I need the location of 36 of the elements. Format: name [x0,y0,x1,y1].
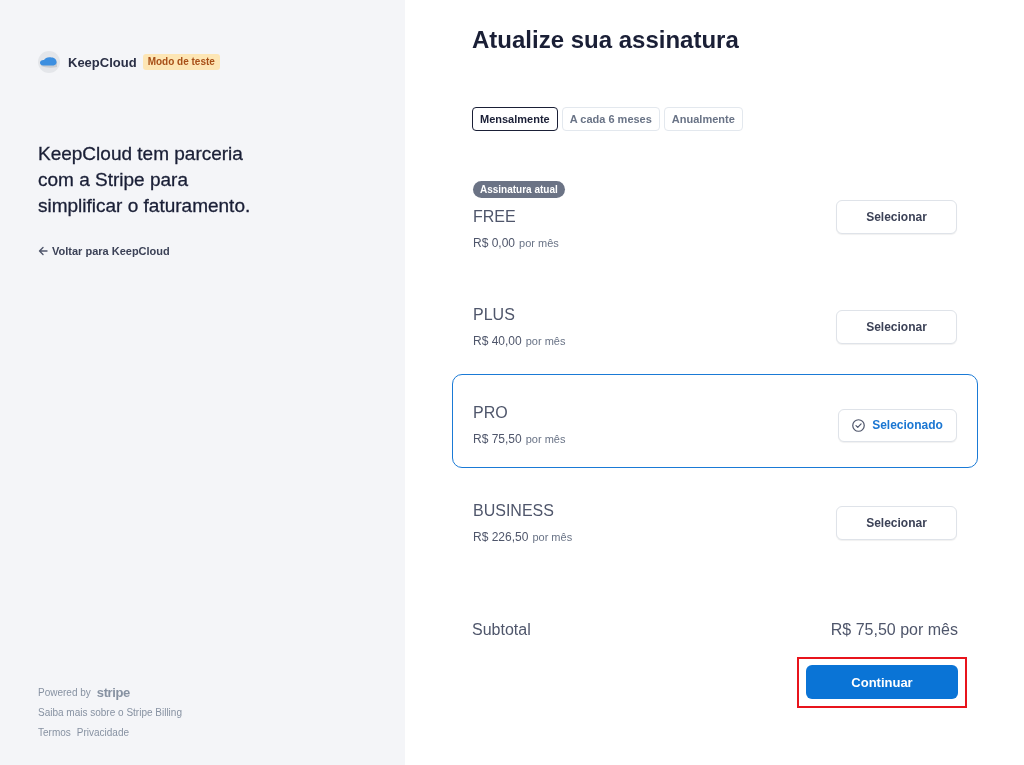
select-plan-button[interactable]: Selecionar [836,200,957,234]
subtotal-label: Subtotal [472,620,531,640]
continue-button[interactable]: Continuar [806,665,958,699]
plan-period: por mês [525,432,566,447]
powered-by-text: Powered by [38,686,91,700]
subtotal-value: R$ 75,50 por mês [830,620,958,640]
arrow-left-icon [38,246,48,256]
billing-period-tab[interactable]: Anualmente [663,107,743,131]
select-plan-button[interactable]: Selecionado [838,408,957,442]
check-circle-icon [852,418,866,432]
footer-link[interactable]: Termos [38,726,71,740]
current-plan-badge: Assinatura atual [473,181,565,198]
plan-period: por mês [532,530,573,545]
test-mode-badge: Modo de teste [142,54,220,70]
billing-period-tab[interactable]: A cada 6 meses [561,107,660,131]
footer-link[interactable]: Privacidade [76,726,130,740]
plan-period: por mês [519,236,559,251]
learn-more-link[interactable]: Saiba mais sobre o Stripe Billing [38,706,182,720]
plan-name: BUSINESS [473,501,554,521]
plan-price: R$ 0,00 [473,235,516,252]
plan-name: PRO [473,403,508,423]
plan-name: FREE [473,207,516,227]
page-title: Atualize sua assinatura [472,25,740,55]
select-plan-button[interactable]: Selecionar [836,506,957,540]
brand-name: KeepCloud [68,54,137,70]
back-link[interactable]: Voltar para KeepCloud [38,244,170,258]
plan-period: por mês [525,334,566,349]
cloud-logo-icon [38,51,60,73]
plan-price: R$ 40,00 [473,333,522,350]
plan-name: PLUS [473,305,515,325]
logo-wordmark: stripe [96,686,130,700]
billing-period-tab[interactable]: Mensalmente [472,107,558,131]
plan-price: R$ 75,50 [473,431,522,448]
headline: KeepCloud tem parceria com a Stripe para simplificar o faturamento. [38,142,252,218]
select-plan-button[interactable]: Selecionar [836,310,957,344]
plan-price: R$ 226,50 [473,529,529,546]
